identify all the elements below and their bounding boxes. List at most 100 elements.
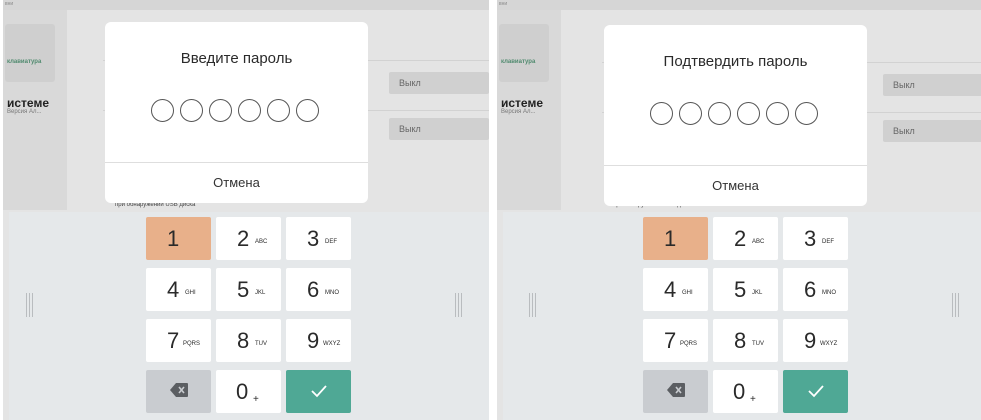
key-digit: 3 <box>307 226 320 251</box>
password-dialog: Введите пароль Отмена <box>105 22 368 203</box>
key-letters: JKL <box>255 290 266 296</box>
pin-dot <box>708 102 731 125</box>
background-select-field: Выкл <box>883 74 981 96</box>
background-sidebar-green-label: клавиатура <box>501 59 536 65</box>
key-letters: MNO <box>325 290 339 296</box>
key-0[interactable]: 0 + <box>713 370 778 413</box>
key-letters: PQRS <box>183 341 201 347</box>
confirm-button[interactable] <box>783 370 848 413</box>
pin-dot <box>296 99 319 122</box>
key-9[interactable]: 9 WXYZ <box>783 319 848 362</box>
drag-handle-right[interactable] <box>455 293 462 317</box>
confirm-button[interactable] <box>286 370 351 413</box>
numeric-keypad: 1 2 ABC 3 DEF 4 GHI 5 JKL 6 MNO 7 PQRS 8 TUV 9W… <box>9 212 489 420</box>
pin-dots <box>650 102 820 126</box>
key-letters: MNO <box>822 290 836 296</box>
background-top-bar <box>497 0 981 10</box>
key-7[interactable]: 7 PQRS <box>643 319 708 362</box>
pin-dot <box>209 99 232 122</box>
pin-dot <box>650 102 673 125</box>
pin-dot <box>267 99 290 122</box>
dialog-title: Подтвердить пароль <box>663 53 808 70</box>
key-4[interactable]: 4 GHI <box>643 268 708 311</box>
pin-dot <box>679 102 702 125</box>
key-letters: JKL <box>752 290 763 296</box>
pin-dot <box>737 102 760 125</box>
key-digit: 1 <box>167 226 180 251</box>
background-select-field: Выкл <box>883 120 981 142</box>
key-digit: 1 <box>664 226 677 251</box>
cancel-button[interactable]: Отмена <box>604 166 867 206</box>
key-digit: 4 <box>167 277 180 302</box>
key-digit: 5 <box>734 277 747 302</box>
key-digit: 7 <box>664 328 677 353</box>
key-9[interactable]: 9 WXYZ <box>286 319 351 362</box>
key-7[interactable]: 7 PQRS <box>146 319 211 362</box>
key-digit: 0 <box>733 379 746 404</box>
key-digit: 9 <box>307 328 320 353</box>
drag-handle-left[interactable] <box>529 293 536 317</box>
background-top-bar <box>3 0 489 10</box>
pin-dot <box>180 99 203 122</box>
key-letters: GHI <box>185 290 196 296</box>
key-4[interactable]: 4 GHI <box>146 268 211 311</box>
key-letters: PQRS <box>680 341 698 347</box>
background-sidebar-title: истеме <box>7 96 49 110</box>
pin-dot <box>766 102 789 125</box>
key-digit: 3 <box>804 226 817 251</box>
key-digit: 2 <box>734 226 747 251</box>
key-digit: 7 <box>167 328 180 353</box>
key-digit: 6 <box>307 277 320 302</box>
key-3[interactable]: 3 DEF <box>286 217 351 260</box>
background-sidebar-subtitle: Версия Ал... <box>501 109 536 115</box>
key-6[interactable]: 6 MNO <box>783 268 848 311</box>
key-2[interactable]: 2 ABC <box>713 217 778 260</box>
key-letters: DEF <box>325 239 337 245</box>
background-select-field: Выкл <box>389 118 489 140</box>
key-letters: TUV <box>752 341 764 347</box>
key-plus: + <box>253 394 259 405</box>
key-plus: + <box>750 394 756 405</box>
key-digit: 2 <box>237 226 250 251</box>
background-sidebar-card <box>5 24 55 82</box>
key-3[interactable]: 3 DEF <box>783 217 848 260</box>
key-1[interactable]: 1 <box>643 217 708 260</box>
key-0[interactable]: 0 + <box>216 370 281 413</box>
key-1[interactable]: 1 <box>146 217 211 260</box>
key-5[interactable]: 5 JKL <box>216 268 281 311</box>
key-letters: WXYZ <box>820 341 838 347</box>
key-digit: 8 <box>734 328 747 353</box>
background-sidebar-card <box>499 24 549 82</box>
key-letters: DEF <box>822 239 834 245</box>
screen-confirm-password: вни клавиатура истеме Версия Ал... Выкл … <box>497 0 981 420</box>
pin-dots <box>151 99 321 123</box>
background-tiny-label: вни <box>5 1 14 7</box>
key-digit: 5 <box>237 277 250 302</box>
key-8[interactable]: 8 TUV <box>216 319 281 362</box>
key-2[interactable]: 2 ABC <box>216 217 281 260</box>
drag-handle-right[interactable] <box>952 293 959 317</box>
key-letters: TUV <box>255 341 267 347</box>
key-letters: ABC <box>255 239 268 245</box>
key-digit: 0 <box>236 379 249 404</box>
dialog-title: Введите пароль <box>180 50 293 67</box>
key-digit: 9 <box>804 328 817 353</box>
backspace-button[interactable] <box>146 370 211 413</box>
key-digit: 6 <box>804 277 817 302</box>
backspace-button[interactable] <box>643 370 708 413</box>
background-select-field: Выкл <box>389 72 489 94</box>
key-6[interactable]: 6 MNO <box>286 268 351 311</box>
background-sidebar-green-label: клавиатура <box>7 59 42 65</box>
drag-handle-left[interactable] <box>26 293 33 317</box>
key-letters: ABC <box>752 239 765 245</box>
background-sidebar-subtitle: Версия Ал... <box>7 109 42 115</box>
screen-enter-password: вни клавиатура истеме Версия Ал... Выкл … <box>3 0 489 420</box>
backspace-icon <box>170 383 188 397</box>
checkmark-icon <box>311 385 327 398</box>
key-5[interactable]: 5 JKL <box>713 268 778 311</box>
key-8[interactable]: 8 TUV <box>713 319 778 362</box>
password-dialog: Подтвердить пароль Отмена <box>604 25 867 206</box>
cancel-button[interactable]: Отмена <box>105 163 368 203</box>
background-sidebar-title: истеме <box>501 96 543 110</box>
key-digit: 4 <box>664 277 677 302</box>
